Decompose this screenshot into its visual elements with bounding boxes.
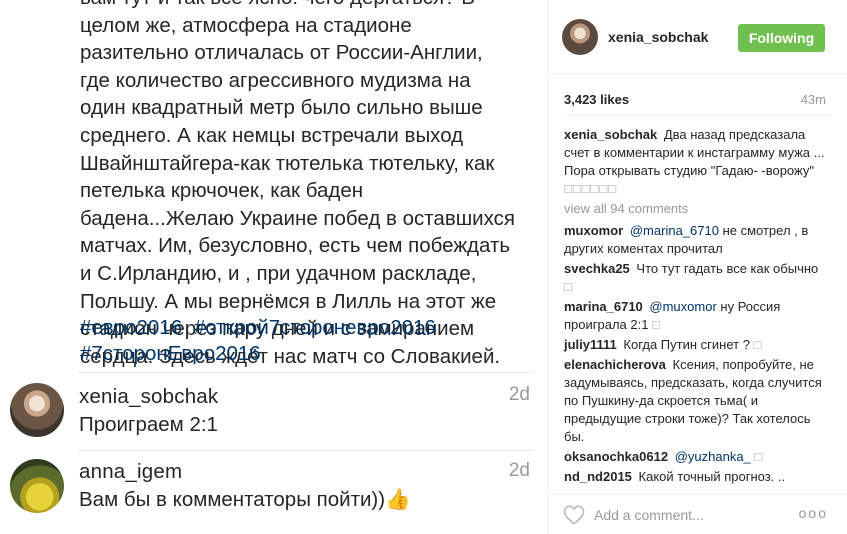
- mention-link[interactable]: @muxomor: [649, 299, 716, 314]
- list-item: oksanochka0612 @yuzhanka_ □: [564, 448, 830, 466]
- header-username[interactable]: xenia_sobchak: [608, 29, 708, 45]
- comment-username[interactable]: juliy1111: [564, 337, 617, 352]
- emoji-glyphs: □: [754, 449, 764, 464]
- comment-text: Вам бы в комментаторы пойти))👍: [79, 488, 411, 511]
- post-time: 43m: [800, 92, 826, 107]
- view-all-comments-link[interactable]: view all 94 comments: [564, 200, 830, 218]
- comment-text: Когда Путин сгинет ?: [623, 337, 750, 352]
- post-header: xenia_sobchak Following: [548, 0, 847, 74]
- following-button[interactable]: Following: [738, 24, 825, 52]
- comment-time: 2d: [508, 460, 530, 481]
- list-item: elenachicherova Ксения, попробуйте, не з…: [564, 356, 830, 446]
- heart-icon[interactable]: [563, 505, 585, 525]
- comment-text: Какой точный прогноз. ..: [638, 469, 786, 484]
- hashtag-link[interactable]: #открой7стороневро2016: [194, 316, 436, 339]
- divider: [564, 115, 832, 116]
- comment-username[interactable]: muxomor: [564, 223, 623, 238]
- avatar[interactable]: [562, 19, 598, 55]
- comment-username[interactable]: elenachicherova: [564, 357, 666, 372]
- comment-text: Проиграем 2:1: [79, 413, 218, 436]
- comment-feed: xenia_sobchak Два назад предсказала счет…: [564, 126, 830, 488]
- list-item: juliy1111 Когда Путин сгинет ? □: [564, 336, 830, 354]
- add-comment-input[interactable]: [594, 506, 794, 524]
- mention-link[interactable]: @marina_6710: [630, 223, 719, 238]
- list-item: nd_nd2015 Какой точный прогноз. ..: [564, 468, 830, 486]
- comment-username[interactable]: nd_nd2015: [564, 469, 632, 484]
- hashtags: #евро2016 #открой7стороневро2016 #7сторо…: [80, 315, 530, 367]
- emoji-glyphs: □: [564, 279, 573, 294]
- comment-row: xenia_sobchak Проиграем 2:1 2d: [0, 376, 547, 456]
- comment-username[interactable]: anna_igem: [79, 460, 182, 484]
- avatar[interactable]: [10, 459, 64, 513]
- comment-username[interactable]: svechka25: [564, 261, 630, 276]
- comment-text: Что тут гадать все как обычно: [636, 261, 819, 276]
- comment-bar: ooo: [548, 494, 847, 534]
- list-item: svechka25 Что тут гадать все как обычно …: [564, 260, 830, 296]
- emoji-glyphs: □: [652, 317, 661, 332]
- likes-count[interactable]: 3,423 likes: [564, 92, 629, 107]
- emoji-glyphs: □□□□□□: [564, 181, 618, 196]
- hashtag-link[interactable]: #евро2016: [80, 316, 182, 339]
- post-sidebar: xenia_sobchak Following 3,423 likes 43m …: [547, 0, 847, 534]
- comment-username[interactable]: xenia_sobchak: [564, 127, 657, 142]
- post-content: вам тут-и так всё ясно: чего дёргаться? …: [0, 0, 547, 534]
- comment-time: 2d: [508, 384, 530, 405]
- hashtag-link[interactable]: #7сторонЕвро2016: [80, 342, 261, 365]
- list-item: marina_6710 @muxomor ну Россия проиграла…: [564, 298, 830, 334]
- comment-username[interactable]: marina_6710: [564, 299, 643, 314]
- more-options-icon[interactable]: ooo: [799, 505, 828, 521]
- emoji-glyphs: □: [753, 337, 763, 352]
- mention-link[interactable]: @yuzhanka_: [675, 449, 751, 464]
- caption-comment: xenia_sobchak Два назад предсказала счет…: [564, 126, 830, 198]
- comment-username[interactable]: xenia_sobchak: [79, 385, 218, 409]
- list-item: muxomor @marina_6710 не смотрел , в друг…: [564, 222, 830, 258]
- comment-username[interactable]: oksanochka0612: [564, 449, 668, 464]
- divider: [78, 450, 534, 451]
- divider: [78, 372, 534, 373]
- avatar[interactable]: [10, 383, 64, 437]
- comment-row: anna_igem Вам бы в комментаторы пойти))👍…: [0, 452, 547, 532]
